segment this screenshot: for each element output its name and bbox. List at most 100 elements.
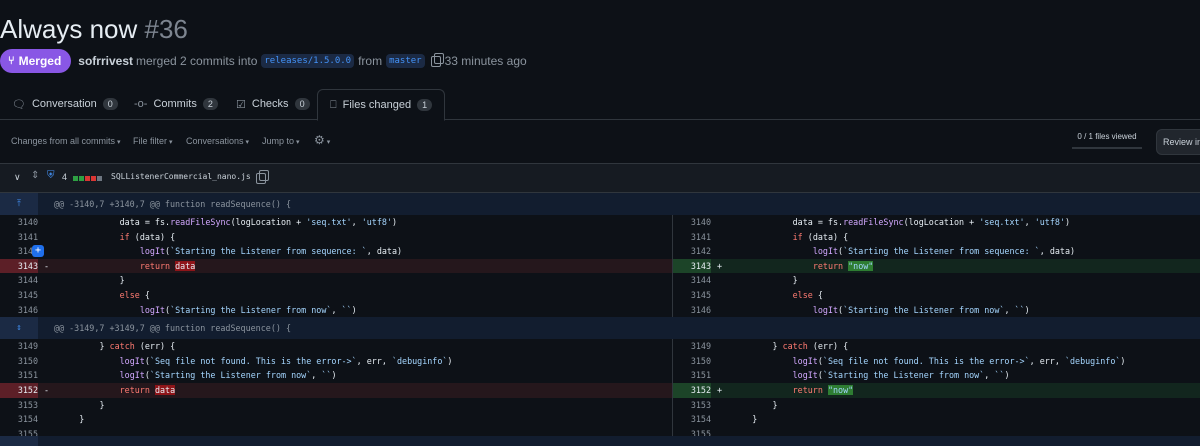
merge-icon: ⑂ — [8, 55, 15, 67]
code-line: + return "now" — [717, 260, 874, 271]
changes-from-dropdown[interactable]: Changes from all commits ▾ — [11, 136, 121, 146]
head-branch[interactable]: master — [386, 54, 425, 68]
right-line: 3153 } — [673, 398, 1200, 413]
line-number[interactable]: 3144 — [673, 273, 711, 288]
tab-label: Files changed — [342, 99, 412, 111]
line-number[interactable]: 3153 — [673, 398, 711, 413]
file-filter-dropdown[interactable]: File filter ▾ — [133, 136, 173, 146]
line-number[interactable]: 3154 — [0, 412, 38, 427]
diff-row: 3154 } 3154 } — [0, 412, 1200, 427]
base-branch[interactable]: releases/1.5.0.0 — [261, 54, 355, 68]
tab-files-changed[interactable]: ⎕ Files changed 1 — [317, 89, 446, 121]
diffstat-block — [97, 176, 102, 182]
pr-meta: ⑂ Merged sofrrivest merged 2 commits int… — [0, 49, 527, 73]
pr-tabs: 🗨 Conversation 0 -o- Commits 2 ☑ Checks … — [0, 89, 1200, 121]
code-line: } — [752, 414, 758, 425]
code-line: } — [99, 399, 105, 410]
left-line: 3152 - return data — [0, 382, 672, 398]
diff-row: 3142 logIt(`Starting the Listener from s… — [0, 244, 1200, 259]
line-number[interactable]: 3143 — [673, 258, 711, 274]
expand-up-icon[interactable]: ⤒ — [0, 193, 38, 215]
line-number[interactable]: 3150 — [673, 354, 711, 369]
tab-count: 1 — [417, 99, 433, 111]
left-line: 3143 - return data — [0, 258, 672, 274]
hunk-header-text: @@ -3149,7 +3149,7 @@ function readSeque… — [54, 323, 291, 334]
tab-count: 0 — [102, 98, 118, 110]
code-line: logIt(`Starting the Listener from sequen… — [139, 246, 403, 257]
right-line: 3140 data = fs.readFileSync(logLocation … — [673, 215, 1200, 230]
line-number[interactable]: 3141 — [673, 230, 711, 245]
hunk-header: ⤒ @@ -3140,7 +3140,7 @@ function readSequ… — [0, 193, 1200, 215]
code-line: logIt(`Starting the Listener from sequen… — [812, 246, 1076, 257]
diff-row: 3144 } 3144 } — [0, 273, 1200, 288]
line-number[interactable]: 3140 — [673, 215, 711, 230]
caret-down-icon: ▾ — [245, 139, 250, 146]
settings-gear-icon[interactable]: ⚙ ▾ — [314, 133, 330, 147]
code-line: if (data) { — [792, 231, 849, 242]
copy-path-icon[interactable] — [256, 169, 269, 186]
caret-down-icon: ▾ — [296, 139, 300, 146]
from-text: from — [358, 54, 383, 68]
jump-to-dropdown[interactable]: Jump to ▾ — [262, 136, 300, 146]
diff-row: 3152 - return data 3152 + return "now" — [0, 382, 1200, 398]
pr-number: #36 — [144, 14, 188, 44]
line-number[interactable]: 3152 — [0, 382, 38, 398]
add-comment-button[interactable]: + — [32, 245, 44, 258]
tab-count: 0 — [294, 98, 310, 110]
author-link[interactable]: sofrrivest — [78, 54, 133, 68]
left-line: 3141 if (data) { — [0, 230, 672, 245]
line-number[interactable]: 3143 — [0, 258, 38, 274]
left-line: 3140 data = fs.readFileSync(logLocation … — [0, 215, 672, 230]
collapse-chevron-icon[interactable]: ∨ — [14, 172, 21, 183]
code-line: } — [119, 275, 125, 286]
diff-toolbar: Changes from all commits ▾ File filter ▾ C… — [0, 128, 1200, 154]
pr-title: Always now — [0, 14, 138, 44]
code-line: } catch (err) { — [772, 341, 849, 352]
line-number[interactable]: 3151 — [673, 368, 711, 383]
line-number[interactable]: 3142 — [673, 244, 711, 259]
line-number[interactable]: 3154 — [673, 412, 711, 427]
file-name[interactable]: SQLListenerCommercial_nano.js — [111, 172, 251, 181]
tab-commits[interactable]: -o- Commits 2 — [134, 89, 218, 119]
line-number[interactable]: 3146 — [0, 303, 38, 318]
tab-label: Checks — [251, 98, 289, 110]
line-number[interactable]: 3153 — [0, 398, 38, 413]
diff-row: 3146 logIt(`Starting the Listener from n… — [0, 303, 1200, 318]
right-line: 3151 logIt(`Starting the Listener from n… — [673, 368, 1200, 383]
hunk-header-text: @@ -3140,7 +3140,7 @@ function readSeque… — [54, 199, 291, 209]
diffstat-block — [85, 176, 90, 182]
line-number[interactable]: 3146 — [673, 303, 711, 318]
expand-both-icon[interactable]: ⇕ — [0, 317, 38, 340]
expand-below[interactable] — [0, 436, 1200, 446]
code-line: else { — [792, 289, 823, 300]
line-number[interactable]: 3150 — [0, 354, 38, 369]
line-number[interactable]: 3140 — [0, 215, 38, 230]
left-line: 3154 } — [0, 412, 672, 427]
shield-icon[interactable]: ⛨ — [47, 170, 55, 181]
review-changes-button[interactable]: Review in — [1156, 129, 1200, 155]
conversations-dropdown[interactable]: Conversations ▾ — [186, 136, 249, 146]
expand-down-icon[interactable] — [0, 436, 38, 446]
merge-text: merged 2 commits into — [136, 54, 258, 68]
line-number[interactable]: 3152 — [673, 382, 711, 398]
caret-down-icon: ▾ — [117, 139, 121, 146]
right-line: 3152 + return "now" — [673, 382, 1200, 398]
right-line: 3145 else { — [673, 288, 1200, 303]
copy-icon[interactable] — [430, 52, 444, 67]
code-line: data = fs.readFileSync(logLocation + 'se… — [792, 217, 1071, 227]
line-number[interactable]: 3145 — [673, 288, 711, 303]
expand-all-icon[interactable]: ⇕ — [31, 170, 39, 181]
commit-icon: -o- — [134, 98, 148, 110]
line-number[interactable]: 3149 — [0, 339, 38, 354]
line-number[interactable]: 3144 — [0, 273, 38, 288]
line-number[interactable]: 3149 — [673, 339, 711, 354]
line-number[interactable]: 3141 — [0, 230, 38, 245]
tab-conversation[interactable]: 🗨 Conversation 0 — [12, 89, 118, 119]
left-line: 3145 else { — [0, 288, 672, 303]
tab-checks[interactable]: ☑ Checks 0 — [236, 89, 310, 119]
left-line: 3149 } catch (err) { — [0, 339, 672, 354]
code-line: } — [772, 399, 778, 410]
line-number[interactable]: 3151 — [0, 368, 38, 383]
tab-label: Conversation — [31, 98, 97, 110]
line-number[interactable]: 3145 — [0, 288, 38, 303]
